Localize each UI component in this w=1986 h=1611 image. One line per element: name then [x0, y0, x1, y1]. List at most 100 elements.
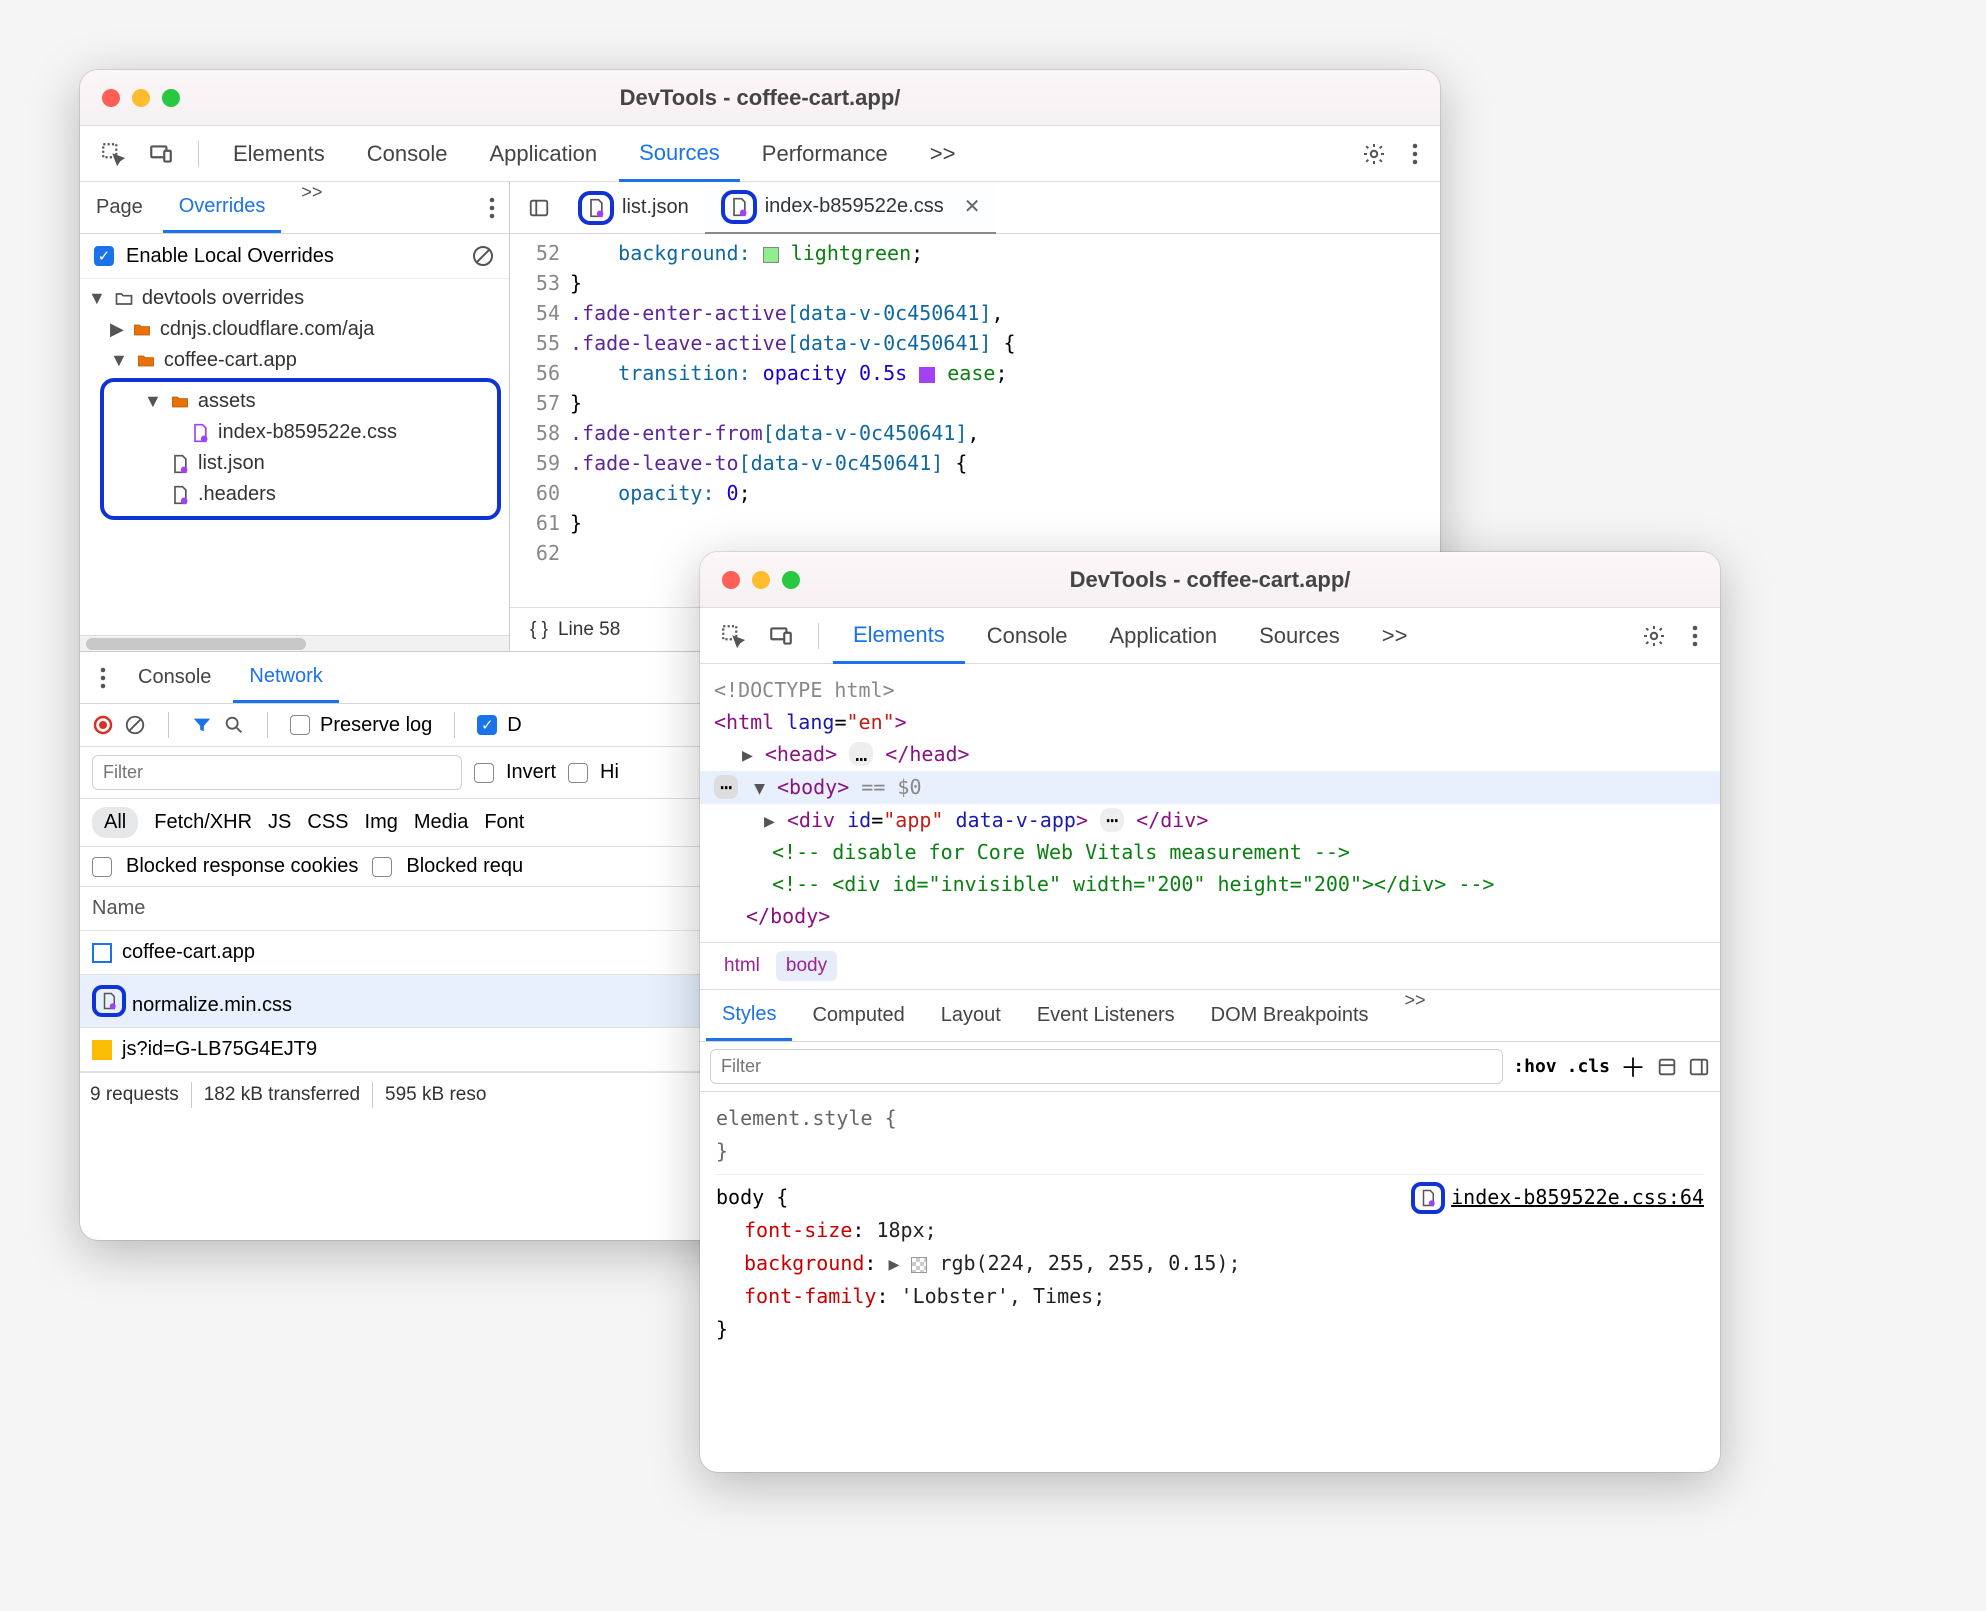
file-tab-listjson[interactable]: list.json — [562, 182, 705, 234]
subtab-dom-breakpoints[interactable]: DOM Breakpoints — [1195, 990, 1385, 1041]
tree-file-headers[interactable]: .headers — [104, 479, 497, 510]
expand-dots-icon[interactable]: ⋯ — [714, 775, 738, 799]
blocked-cookies-checkbox[interactable] — [92, 857, 112, 877]
drawer-tab-console[interactable]: Console — [122, 652, 227, 703]
subtab-layout[interactable]: Layout — [925, 990, 1017, 1041]
styles-pane[interactable]: element.style { } body { index-b859522e.… — [700, 1092, 1720, 1356]
toggle-nav-icon[interactable] — [516, 197, 562, 219]
tab-sources[interactable]: Sources — [1239, 608, 1360, 663]
tab-performance[interactable]: Performance — [742, 126, 908, 181]
tree-root[interactable]: ▼ devtools overrides — [80, 283, 509, 314]
toggle-sidebar-icon[interactable] — [1688, 1056, 1710, 1078]
settings-icon[interactable] — [1630, 624, 1678, 648]
tree-cdn[interactable]: ▶ cdnjs.cloudflare.com/aja — [80, 314, 509, 345]
preserve-log-checkbox[interactable] — [290, 715, 310, 735]
device-toolbar-icon[interactable] — [758, 623, 804, 649]
disable-cache-checkbox[interactable]: ✓ — [477, 715, 497, 735]
subtab-computed[interactable]: Computed — [796, 990, 920, 1041]
subtab-overrides[interactable]: Overrides — [163, 182, 282, 233]
filter-css[interactable]: CSS — [307, 811, 348, 834]
close-window-button[interactable] — [722, 571, 740, 589]
minimize-window-button[interactable] — [132, 89, 150, 107]
navigator-more-icon[interactable] — [475, 197, 509, 219]
filter-toggle-icon[interactable] — [191, 714, 213, 736]
minimize-window-button[interactable] — [752, 571, 770, 589]
checkbox-enable-overrides[interactable]: ✓ — [94, 246, 114, 266]
inspect-icon[interactable] — [90, 141, 136, 167]
hide-checkbox[interactable] — [568, 763, 588, 783]
enable-overrides-row[interactable]: ✓ Enable Local Overrides — [80, 234, 509, 279]
tabs-overflow[interactable]: >> — [910, 126, 976, 181]
color-swatch-icon[interactable] — [911, 1257, 927, 1273]
override-indicator-icon — [1411, 1182, 1445, 1214]
subtab-event-listeners[interactable]: Event Listeners — [1021, 990, 1191, 1041]
file-tab-index-css[interactable]: index-b859522e.css ✕ — [705, 182, 997, 234]
close-window-button[interactable] — [102, 89, 120, 107]
override-indicator-icon — [578, 191, 614, 225]
color-swatch-icon[interactable] — [763, 247, 779, 263]
clear-overrides-icon[interactable] — [471, 244, 495, 268]
subtab-page[interactable]: Page — [80, 182, 159, 233]
breadcrumb: html body — [700, 942, 1720, 990]
tab-elements[interactable]: Elements — [833, 609, 965, 664]
blocked-requests-checkbox[interactable] — [372, 857, 392, 877]
highlight-assets-group: ▼ assets index-b859522e.css list.json — [100, 378, 501, 520]
document-icon — [92, 943, 112, 963]
invert-checkbox[interactable] — [474, 763, 494, 783]
filter-all[interactable]: All — [92, 807, 138, 838]
tree-file-list-json[interactable]: list.json — [104, 448, 497, 479]
expand-dots-icon[interactable]: ⋯ — [1100, 808, 1124, 832]
settings-icon[interactable] — [1350, 142, 1398, 166]
tab-application[interactable]: Application — [1089, 608, 1237, 663]
filter-fetch[interactable]: Fetch/XHR — [154, 811, 252, 834]
filter-img[interactable]: Img — [365, 811, 398, 834]
new-style-rule-icon[interactable]: ＋ — [1620, 1048, 1646, 1085]
dom-tree[interactable]: <!DOCTYPE html> <html lang="en"> ▶ <head… — [700, 664, 1720, 942]
pretty-print-icon[interactable]: { } — [520, 619, 558, 641]
tabs-overflow[interactable]: >> — [1362, 608, 1428, 663]
cls-toggle[interactable]: .cls — [1567, 1056, 1610, 1077]
source-link[interactable]: index-b859522e.css:64 — [1451, 1181, 1704, 1214]
drawer-more-icon[interactable] — [90, 667, 116, 689]
maximize-window-button[interactable] — [782, 571, 800, 589]
expand-dots-icon[interactable]: … — [849, 742, 873, 766]
styles-filter-input[interactable] — [710, 1049, 1503, 1084]
main-tabs: Elements Console Application Sources Per… — [80, 126, 1440, 182]
subtab-overflow[interactable]: >> — [1389, 990, 1442, 1041]
search-icon[interactable] — [223, 714, 245, 736]
styles-tabs: Styles Computed Layout Event Listeners D… — [700, 990, 1720, 1042]
maximize-window-button[interactable] — [162, 89, 180, 107]
tab-console[interactable]: Console — [347, 126, 468, 181]
tab-sources[interactable]: Sources — [619, 127, 740, 182]
computed-styles-icon[interactable] — [1656, 1056, 1678, 1078]
inspect-icon[interactable] — [710, 623, 756, 649]
drawer-tab-network[interactable]: Network — [233, 652, 338, 703]
titlebar: DevTools - coffee-cart.app/ — [700, 552, 1720, 608]
crumb-html[interactable]: html — [714, 951, 770, 981]
bezier-icon[interactable] — [919, 367, 935, 383]
more-icon[interactable] — [1400, 143, 1430, 165]
crumb-body[interactable]: body — [776, 951, 837, 981]
tab-application[interactable]: Application — [469, 126, 617, 181]
filter-js[interactable]: JS — [268, 811, 291, 834]
script-icon — [92, 1040, 112, 1060]
close-tab-icon[interactable]: ✕ — [952, 194, 981, 219]
hov-toggle[interactable]: :hov — [1513, 1056, 1556, 1077]
more-icon[interactable] — [1680, 625, 1710, 647]
subtab-styles[interactable]: Styles — [706, 990, 792, 1041]
tab-console[interactable]: Console — [967, 608, 1088, 663]
tree-file-index-css[interactable]: index-b859522e.css — [104, 417, 497, 448]
device-toolbar-icon[interactable] — [138, 141, 184, 167]
dom-doctype[interactable]: <!DOCTYPE html> — [714, 674, 1706, 706]
clear-log-icon[interactable] — [124, 714, 146, 736]
window-title: DevTools - coffee-cart.app/ — [700, 567, 1720, 593]
filter-media[interactable]: Media — [414, 811, 468, 834]
tree-app[interactable]: ▼ coffee-cart.app — [80, 345, 509, 376]
subtab-overflow[interactable]: >> — [285, 182, 338, 233]
scrollbar-h[interactable] — [80, 635, 509, 651]
tab-elements[interactable]: Elements — [213, 126, 345, 181]
record-icon[interactable] — [92, 714, 114, 736]
filter-font[interactable]: Font — [484, 811, 524, 834]
network-filter-input[interactable] — [92, 755, 462, 790]
tree-assets[interactable]: ▼ assets — [104, 386, 497, 417]
